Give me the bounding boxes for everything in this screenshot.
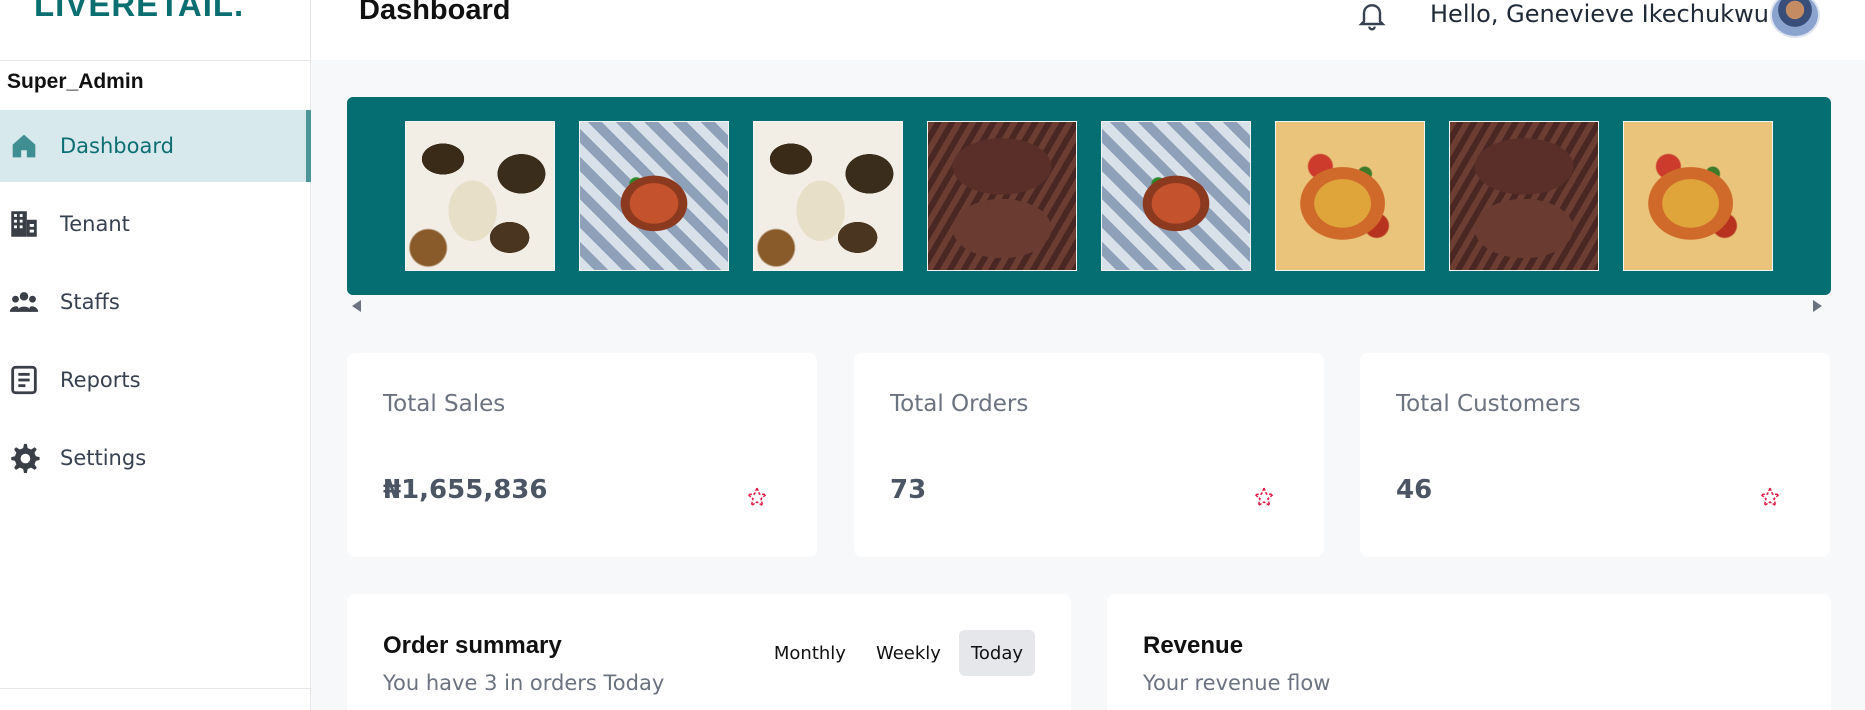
revenue-panel: Revenue Your revenue flow	[1107, 594, 1831, 710]
food-image[interactable]	[927, 121, 1077, 271]
panel-subtitle: You have 3 in orders Today	[383, 671, 665, 695]
page-title: Dashboard	[359, 0, 511, 26]
food-image[interactable]	[1623, 121, 1773, 271]
period-selector: Monthly Weekly Today	[762, 630, 1035, 676]
scroll-left-icon[interactable]	[352, 300, 362, 312]
gear-icon	[7, 441, 41, 475]
tab-monthly[interactable]: Monthly	[762, 630, 858, 676]
sidebar-divider	[0, 60, 311, 61]
stat-card-total-sales: Total Sales ₦1,655,836	[347, 353, 817, 557]
scroll-right-icon[interactable]	[1812, 300, 1822, 312]
food-carousel	[347, 97, 1831, 295]
home-icon	[7, 129, 41, 163]
tab-today[interactable]: Today	[958, 630, 1035, 676]
stat-card-total-customers: Total Customers 46	[1360, 353, 1830, 557]
sidebar-item-label: Dashboard	[60, 134, 174, 158]
stat-label: Total Sales	[383, 391, 506, 417]
star-icon	[746, 486, 768, 508]
sidebar-divider	[0, 688, 311, 689]
star-icon	[1253, 486, 1275, 508]
sidebar-item-dashboard[interactable]: Dashboard	[0, 110, 311, 182]
users-icon	[7, 285, 41, 319]
sidebar-item-label: Settings	[60, 446, 147, 470]
user-role: Super_Admin	[7, 70, 144, 93]
sidebar-item-settings[interactable]: Settings	[0, 422, 311, 494]
building-icon	[7, 207, 41, 241]
food-image[interactable]	[1275, 121, 1425, 271]
sidebar-item-label: Tenant	[60, 212, 130, 236]
sidebar: LIVERETAIL. Super_Admin Dashboard Tenant	[0, 0, 311, 710]
report-icon	[7, 363, 41, 397]
sidebar-item-staffs[interactable]: Staffs	[0, 266, 311, 338]
food-image[interactable]	[1101, 121, 1251, 271]
tab-weekly[interactable]: Weekly	[864, 630, 953, 676]
stat-value: 73	[890, 475, 927, 505]
stat-card-total-orders: Total Orders 73	[854, 353, 1324, 557]
food-image[interactable]	[753, 121, 903, 271]
food-image[interactable]	[405, 121, 555, 271]
panel-title: Order summary	[383, 632, 562, 659]
stat-value: ₦1,655,836	[383, 475, 548, 505]
sidebar-item-label: Staffs	[60, 290, 120, 314]
user-greeting: Hello, Genevieve Ikechukwu	[1430, 0, 1769, 28]
food-image[interactable]	[1449, 121, 1599, 271]
bell-icon[interactable]	[1356, 0, 1388, 32]
sidebar-item-tenant[interactable]: Tenant	[0, 188, 311, 260]
sidebar-nav: Dashboard Tenant Staffs Reports Settings	[0, 110, 311, 500]
sidebar-item-reports[interactable]: Reports	[0, 344, 311, 416]
stat-label: Total Orders	[890, 391, 1029, 417]
star-icon	[1759, 486, 1781, 508]
panel-title: Revenue	[1143, 632, 1244, 659]
food-image[interactable]	[579, 121, 729, 271]
sidebar-item-label: Reports	[60, 368, 141, 392]
panel-subtitle: Your revenue flow	[1143, 671, 1331, 695]
stat-value: 46	[1396, 475, 1433, 505]
stat-label: Total Customers	[1396, 391, 1581, 417]
brand-logo[interactable]: LIVERETAIL.	[34, 0, 244, 24]
order-summary-panel: Order summary You have 3 in orders Today…	[347, 594, 1071, 710]
